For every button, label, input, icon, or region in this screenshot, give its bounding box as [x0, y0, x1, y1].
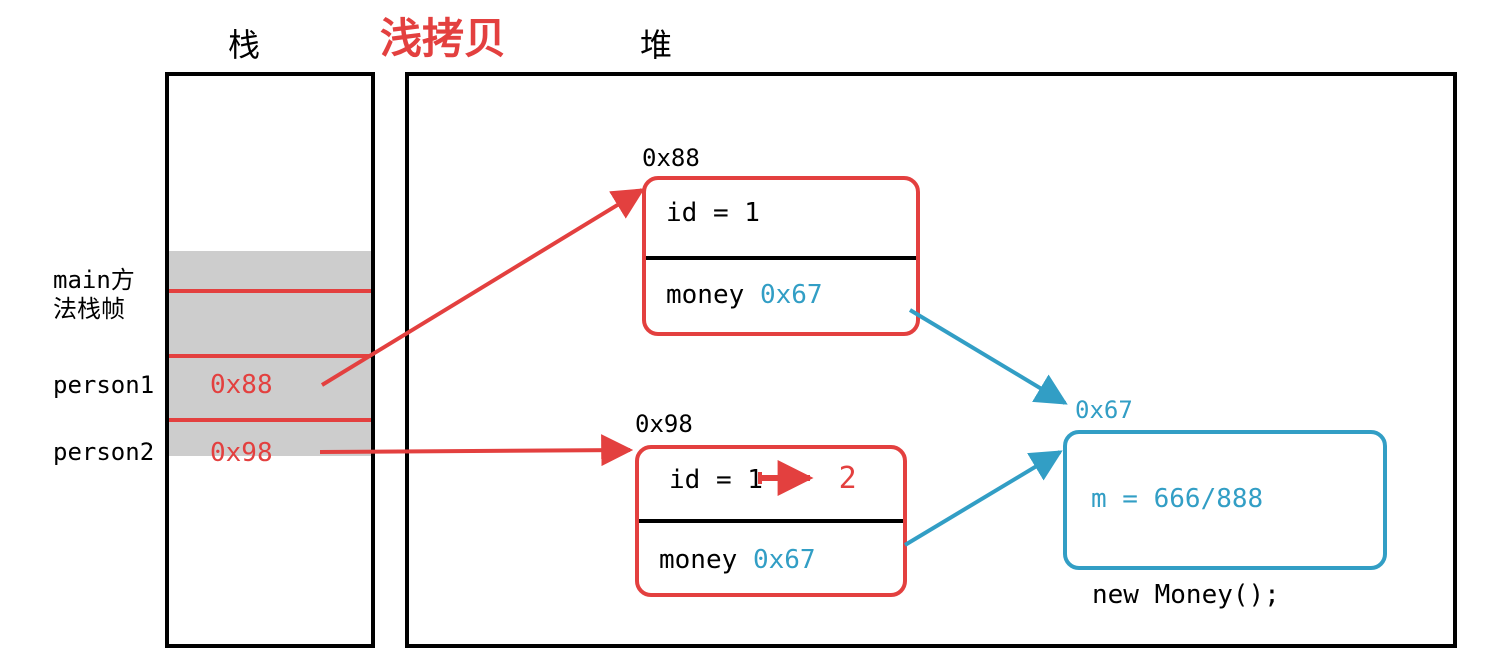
stack-divider: [169, 289, 371, 293]
heap-title: 堆: [640, 20, 672, 66]
obj2-addr-label: 0x98: [635, 410, 693, 438]
obj2-money: money 0x67: [659, 545, 816, 575]
obj1-money-addr: 0x67: [760, 280, 823, 310]
obj2-money-label: money: [659, 545, 737, 575]
new-money-label: new Money();: [1092, 580, 1280, 610]
person2-addr: 0x98: [210, 438, 273, 468]
obj2-divider: [639, 519, 903, 523]
obj1-money: money 0x67: [666, 280, 823, 310]
obj1-id: id = 1: [666, 198, 760, 228]
stack-divider: [169, 418, 371, 422]
obj2-id-label: id =: [669, 465, 732, 495]
stack-title: 栈: [228, 20, 260, 66]
person2-label: person2: [53, 438, 154, 466]
shallow-copy-title: 浅拷贝: [380, 5, 506, 66]
money-addr-label: 0x67: [1075, 396, 1133, 424]
money-box: m = 666/888: [1063, 430, 1387, 570]
person1-addr: 0x88: [210, 370, 273, 400]
obj2-box: id = 1 2 money 0x67: [635, 445, 907, 597]
obj2-money-addr: 0x67: [753, 545, 816, 575]
stack-divider: [169, 354, 371, 358]
main-frame-label: main方 法栈帧: [53, 266, 135, 324]
money-value: m = 666/888: [1091, 484, 1263, 514]
obj1-box: id = 1 money 0x67: [642, 176, 920, 336]
obj1-divider: [646, 256, 916, 260]
stack-box: [165, 72, 375, 648]
obj2-id-old: 1: [747, 465, 763, 495]
obj2-id: id = 1 2: [669, 461, 857, 496]
obj1-addr-label: 0x88: [642, 144, 700, 172]
obj1-money-label: money: [666, 280, 744, 310]
obj2-id-new: 2: [839, 461, 857, 496]
person1-label: person1: [53, 371, 154, 399]
